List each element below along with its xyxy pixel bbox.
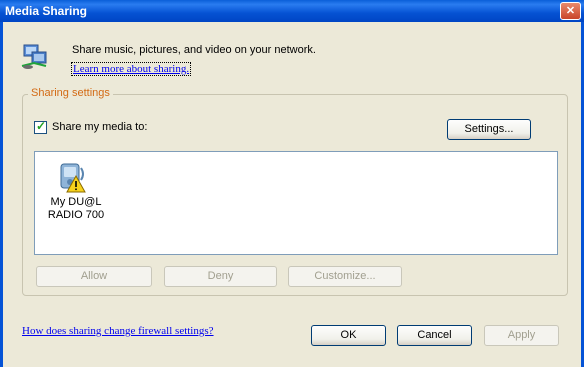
apply-button[interactable]: Apply [484,325,559,346]
device-name-line2: RADIO 700 [47,209,105,221]
title-bar[interactable]: Media Sharing ✕ [0,0,584,22]
learn-more-link[interactable]: Learn more about sharing. [70,62,192,76]
device-name: My DU@L RADIO 700 [39,196,113,222]
share-media-label[interactable]: Share my media to: [52,121,147,133]
allow-button[interactable]: Allow [36,266,152,287]
window-border-left [0,22,3,367]
deny-button[interactable]: Deny [164,266,277,287]
cancel-button[interactable]: Cancel [397,325,472,346]
header-description: Share music, pictures, and video on your… [72,44,316,56]
media-device-warning-icon [60,163,86,193]
sharing-settings-label: Sharing settings [28,87,113,99]
media-sharing-dialog: Media Sharing ✕ Share music, pictures, a… [0,0,584,367]
firewall-settings-link[interactable]: How does sharing change firewall setting… [22,325,214,337]
ok-button[interactable]: OK [311,325,386,346]
device-name-line1: My DU@L [50,196,102,208]
share-media-checkbox[interactable]: ✓ [34,119,47,134]
customize-button[interactable]: Customize... [288,266,402,287]
close-button[interactable]: ✕ [560,2,581,20]
checkmark-icon: ✓ [36,119,47,133]
window-title: Media Sharing [5,4,88,18]
settings-button[interactable]: Settings... [447,119,531,140]
network-media-icon [21,44,47,69]
device-list[interactable]: My DU@L RADIO 700 [34,151,558,255]
